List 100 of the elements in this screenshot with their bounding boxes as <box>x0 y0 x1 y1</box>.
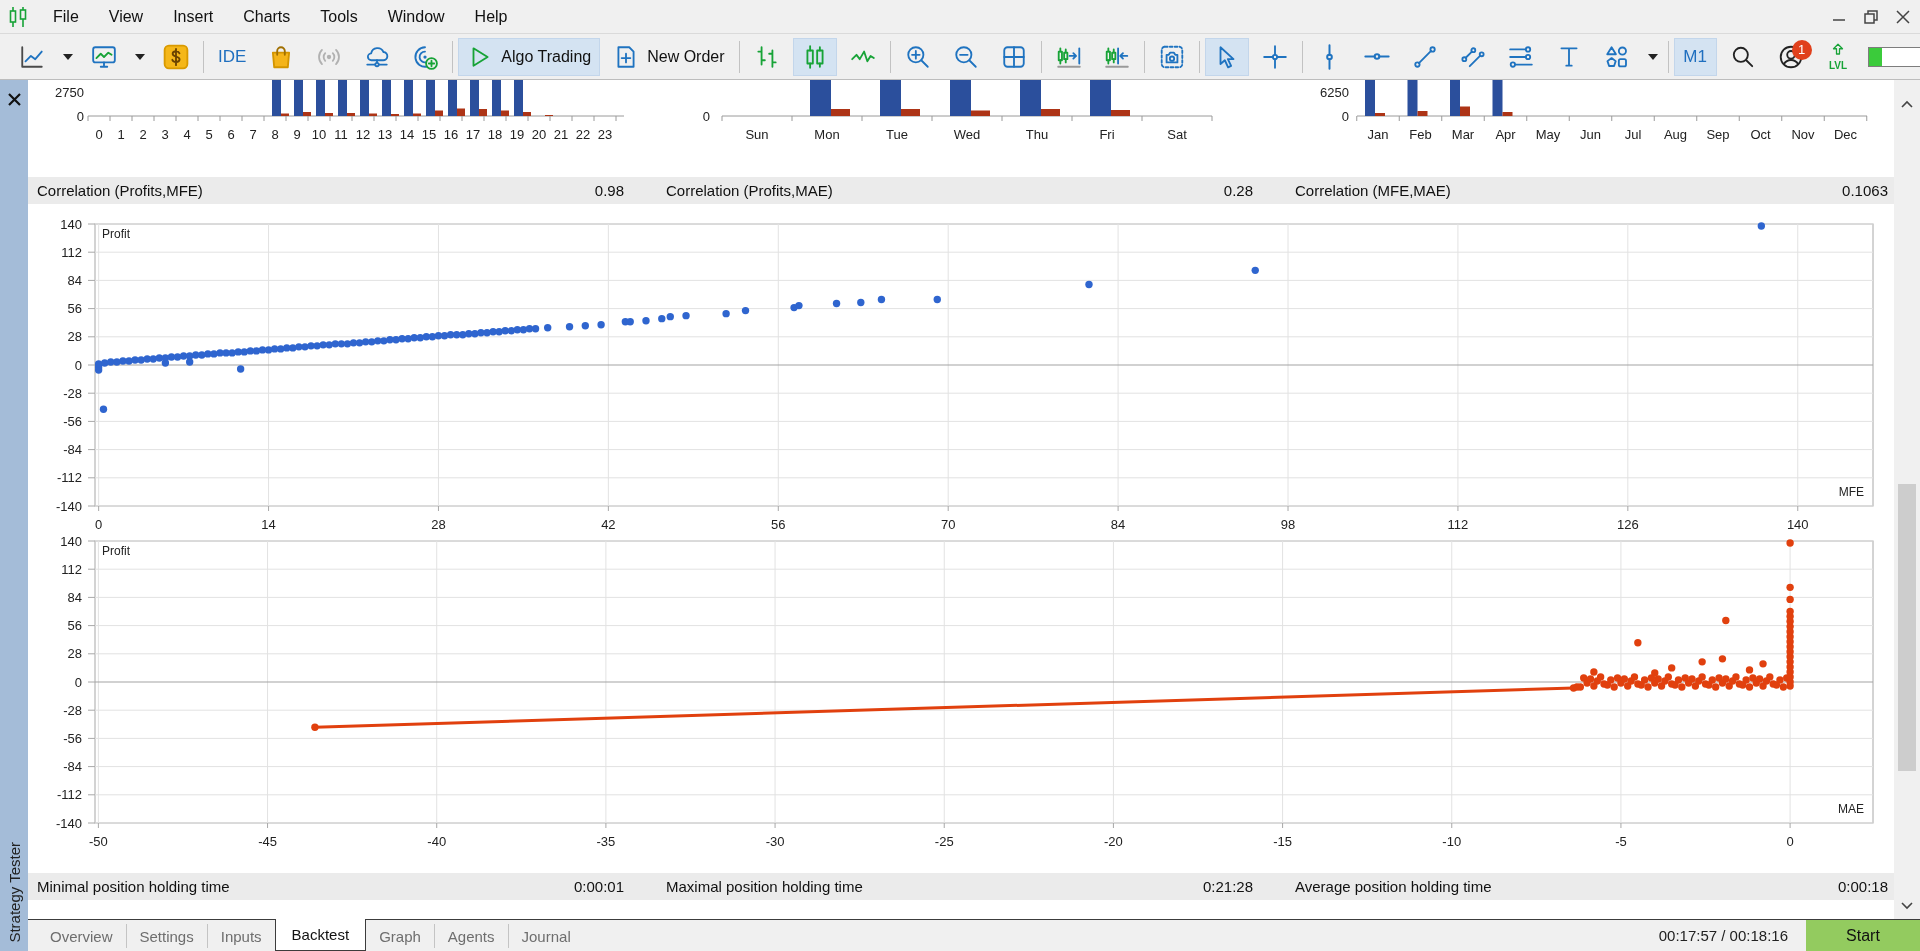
stat-value: 0.1063 <box>1842 182 1888 199</box>
scrollbar-thumb[interactable] <box>1898 484 1916 771</box>
data-point <box>581 322 589 330</box>
ide-button[interactable]: IDE <box>209 37 256 76</box>
data-point <box>1786 595 1794 604</box>
monitor-chart-icon <box>91 43 117 70</box>
account-button[interactable]: 1 <box>1768 37 1813 76</box>
tick-label: -140 <box>55 498 82 514</box>
tick-label: -10 <box>1442 833 1462 849</box>
data-point <box>1698 658 1706 666</box>
stat-label: Correlation (MFE,MAE) <box>1295 182 1451 199</box>
tab[interactable]: Settings <box>125 924 207 948</box>
stat-label: Minimal position holding time <box>37 878 230 895</box>
category-label: Sep <box>1706 126 1730 142</box>
data-point <box>1251 266 1259 275</box>
category-label: Thu <box>1025 126 1049 142</box>
menu-item[interactable]: Insert <box>158 0 229 33</box>
tick-label: -112 <box>56 787 82 803</box>
stat-label: Correlation (Profits,MFE) <box>37 182 203 199</box>
new-order-button[interactable]: New Order <box>604 37 734 76</box>
tick-label: -40 <box>427 833 447 849</box>
category-label: May <box>1535 126 1561 142</box>
tick-label: 2750 <box>55 84 84 100</box>
user-icon <box>1777 43 1804 70</box>
tick-label: 0 <box>1786 833 1794 849</box>
restore-icon[interactable] <box>1864 9 1878 24</box>
dollar-icon <box>163 43 189 70</box>
tick-label: 6250 <box>1320 84 1349 100</box>
grid-icon <box>1000 43 1027 70</box>
tab[interactable]: Graph <box>366 924 434 948</box>
tick-label: 0 <box>74 357 82 373</box>
data-point <box>544 324 552 332</box>
menu-item[interactable]: File <box>38 0 94 33</box>
category-label: 2 <box>139 126 147 142</box>
start-button[interactable]: Start <box>1806 920 1920 951</box>
axis-title: Profit <box>102 544 130 558</box>
category-label: Jan <box>1367 126 1389 142</box>
tick-label: 42 <box>601 516 616 532</box>
tick-label: -30 <box>765 833 785 849</box>
category-label: 10 <box>311 126 327 142</box>
category-label: 4 <box>183 126 191 142</box>
axis-title: MAE <box>1838 802 1864 816</box>
candlestick-button[interactable] <box>792 37 837 76</box>
tick-label: 56 <box>67 618 82 634</box>
tick-label: -5 <box>1615 833 1627 849</box>
menu-item[interactable]: Tools <box>305 0 373 33</box>
tick-label: 56 <box>67 301 82 317</box>
category-label: 12 <box>355 126 371 142</box>
panel-title: Strategy Tester <box>5 842 23 943</box>
category-label: Jul <box>1624 126 1642 142</box>
tick-label: -20 <box>1104 833 1123 849</box>
data-point <box>1722 616 1730 625</box>
category-label: 14 <box>399 126 415 142</box>
data-point <box>236 365 245 373</box>
tick-label: 126 <box>1617 516 1639 532</box>
chevron-up-icon[interactable] <box>1901 100 1913 108</box>
category-label: Apr <box>1495 126 1516 142</box>
category-label: Sun <box>745 126 769 142</box>
category-label: Mar <box>1451 126 1475 142</box>
zoom-out-icon <box>952 43 979 70</box>
tab[interactable]: Overview <box>37 924 126 948</box>
category-label: Dec <box>1833 126 1858 142</box>
category-label: 8 <box>271 126 279 142</box>
category-label: 9 <box>293 126 301 142</box>
close-icon[interactable] <box>7 93 21 106</box>
axis-title: MFE <box>1838 485 1864 499</box>
tick-label: 28 <box>67 329 82 345</box>
menu-item[interactable]: Help <box>459 0 523 33</box>
chevron-down-icon[interactable] <box>1901 902 1913 910</box>
shapes-icon <box>1603 43 1630 70</box>
menu-item[interactable]: Window <box>372 0 460 33</box>
category-label: 7 <box>249 126 257 142</box>
cursor-button[interactable] <box>1204 37 1249 76</box>
tick-label: 14 <box>261 516 276 532</box>
tab[interactable]: Agents <box>433 924 508 948</box>
tab[interactable]: Inputs <box>206 924 275 948</box>
category-label: Jun <box>1580 126 1601 142</box>
algo-trading-button[interactable]: Algo Trading <box>458 37 601 76</box>
category-label: Fri <box>1099 126 1115 142</box>
data-point <box>741 306 750 315</box>
tick-label: 0 <box>95 516 103 532</box>
category-label: 18 <box>487 126 503 142</box>
data-point <box>1757 222 1766 230</box>
tab[interactable]: Backtest <box>274 919 367 951</box>
tick-label: 0 <box>702 108 710 124</box>
menu-item[interactable]: View <box>93 0 159 33</box>
close-icon[interactable] <box>1896 9 1910 24</box>
stat-value: 0.98 <box>594 182 624 199</box>
timeframe-button[interactable]: M1 <box>1673 37 1717 76</box>
stat-value: 0.28 <box>1223 182 1253 199</box>
category-label: Mon <box>814 126 840 142</box>
category-label: 11 <box>334 126 348 142</box>
axis-title: Profit <box>102 227 130 241</box>
tick-label: 28 <box>431 516 446 532</box>
notification-badge: 1 <box>1791 39 1812 60</box>
menu-item[interactable]: Charts <box>228 0 306 33</box>
category-label: 16 <box>443 126 459 142</box>
tab[interactable]: Journal <box>507 924 584 948</box>
category-label: Nov <box>1791 126 1815 142</box>
category-label: 21 <box>553 126 569 142</box>
